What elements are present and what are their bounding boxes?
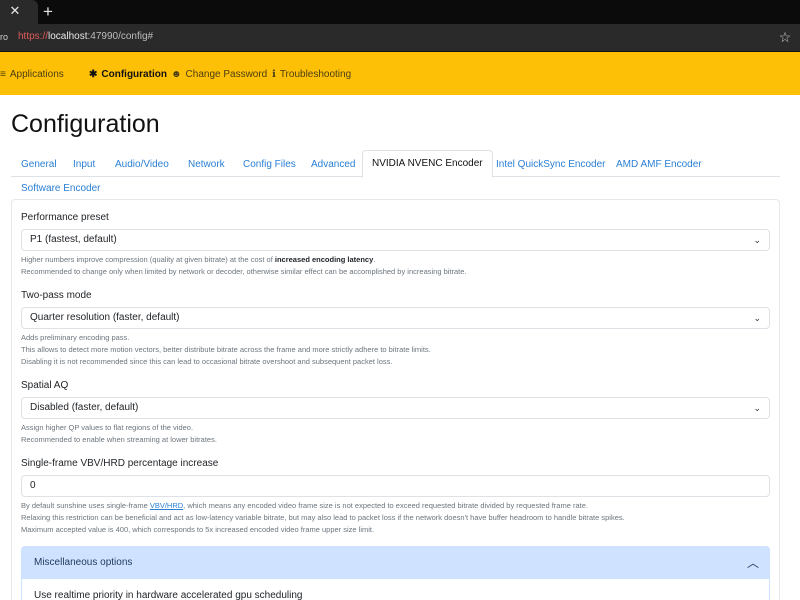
preset-help-1-text: Higher numbers improve compression (qual… (21, 255, 275, 264)
spatial-aq-value: Disabled (faster, default) (30, 402, 139, 413)
url-scheme: https:// (18, 31, 49, 42)
nav-troubleshooting-label: Troubleshooting (279, 68, 352, 80)
preset-label: Performance preset (21, 212, 109, 223)
close-icon[interactable]: ✕ (7, 3, 23, 19)
preset-help-1-bold: increased encoding latency (274, 255, 374, 264)
twopass-select[interactable]: Quarter resolution (faster, default) ⌄ (21, 307, 770, 329)
gear-icon: ✱ (89, 68, 98, 80)
accordion-divider (22, 578, 769, 579)
url-host: localhost (48, 31, 88, 42)
tab-amd-amf-encoder[interactable]: AMD AMF Encoder (616, 159, 702, 170)
twopass-help-3: Disabling it is not recommended since th… (21, 357, 393, 366)
vbv-hrd-link[interactable]: VBV/HRD (150, 501, 183, 510)
star-icon[interactable]: ☆ (776, 28, 794, 46)
page-title: Configuration (11, 110, 160, 138)
twopass-help-2: This allows to detect more motion vector… (21, 345, 431, 354)
nav-configuration-label: Configuration (101, 68, 167, 80)
nav-change-password-label: Change Password (185, 68, 268, 80)
preset-help-1-end: . (373, 255, 376, 264)
preset-help-1: Higher numbers improve compression (qual… (21, 254, 375, 266)
browser-tabstrip: ✕ + (0, 0, 800, 24)
url-path: :47990/config# (87, 31, 154, 42)
tab-general[interactable]: General (21, 159, 57, 170)
vbv-help-3: Maximum accepted value is 400, which cor… (21, 525, 375, 534)
tabs-divider (488, 176, 780, 177)
tab-software-encoder[interactable]: Software Encoder (21, 183, 101, 194)
tabs-divider (11, 176, 362, 177)
nav-change-password[interactable]: ☻ Change Password (171, 67, 267, 81)
vbv-help-1-text: By default sunshine uses single-frame (21, 501, 150, 510)
tab-intel-quicksync-encoder[interactable]: Intel QuickSync Encoder (496, 159, 606, 170)
chevron-down-icon: ⌄ (753, 313, 761, 323)
spatial-aq-help-1: Assign higher QP values to flat regions … (21, 423, 194, 432)
vbv-help-2: Relaxing this restriction can be benefic… (21, 513, 625, 522)
vbv-label: Single-frame VBV/HRD percentage increase (21, 458, 219, 469)
nav-configuration[interactable]: ✱ Configuration (89, 67, 167, 81)
tab-nvidia-nvenc-encoder[interactable]: NVIDIA NVENC Encoder (362, 150, 493, 178)
preset-value: P1 (fastest, default) (30, 234, 117, 245)
vbv-value: 0 (30, 480, 36, 491)
top-navbar: ≡ Applications ✱ Configuration ☻ Change … (0, 52, 800, 95)
user-key-icon: ☻ (171, 68, 182, 80)
misc-options-accordion: Miscellaneous options ︿ Use realtime pri… (21, 546, 770, 600)
spatial-aq-help-2: Recommended to enable when streaming at … (21, 435, 217, 444)
browser-tab[interactable]: ✕ (0, 0, 38, 24)
list-icon: ≡ (0, 68, 6, 80)
tab-config-files[interactable]: Config Files (243, 159, 296, 170)
nav-troubleshooting[interactable]: ℹ Troubleshooting (272, 67, 351, 81)
chevron-down-icon: ⌄ (753, 235, 761, 245)
misc-options-title: Miscellaneous options (34, 557, 133, 568)
info-icon: ℹ (272, 68, 276, 80)
spatial-aq-label: Spatial AQ (21, 380, 69, 391)
realtime-priority-option[interactable]: Use realtime priority in hardware accele… (34, 590, 302, 600)
spatial-aq-select[interactable]: Disabled (faster, default) ⌄ (21, 397, 770, 419)
twopass-value: Quarter resolution (faster, default) (30, 312, 180, 323)
twopass-help-1: Adds preliminary encoding pass. (21, 333, 130, 342)
twopass-label: Two-pass mode (21, 290, 92, 301)
preset-help-2: Recommended to change only when limited … (21, 267, 467, 276)
tab-audio-video[interactable]: Audio/Video (115, 159, 169, 170)
new-tab-icon[interactable]: + (39, 3, 57, 21)
tab-network[interactable]: Network (188, 159, 225, 170)
nav-applications-label: Applications (9, 68, 64, 80)
chevron-up-icon: ︿ (746, 556, 759, 570)
profile-chip: ro (0, 32, 9, 42)
vbv-help-1: By default sunshine uses single-frame VB… (21, 500, 588, 512)
tab-input[interactable]: Input (73, 159, 95, 170)
tab-advanced[interactable]: Advanced (311, 159, 355, 170)
misc-options-header[interactable]: Miscellaneous options ︿ (22, 547, 769, 578)
vbv-input[interactable]: 0 (21, 475, 770, 497)
preset-select[interactable]: P1 (fastest, default) ⌄ (21, 229, 770, 251)
vbv-help-1-end: , which means any encoded video frame si… (183, 501, 588, 510)
chevron-down-icon: ⌄ (753, 403, 761, 413)
address-bar[interactable]: ro https://localhost:47990/config# ☆ (0, 24, 800, 52)
url-text[interactable]: https://localhost:47990/config# (18, 31, 153, 42)
nav-applications[interactable]: ≡ Applications (0, 67, 64, 81)
